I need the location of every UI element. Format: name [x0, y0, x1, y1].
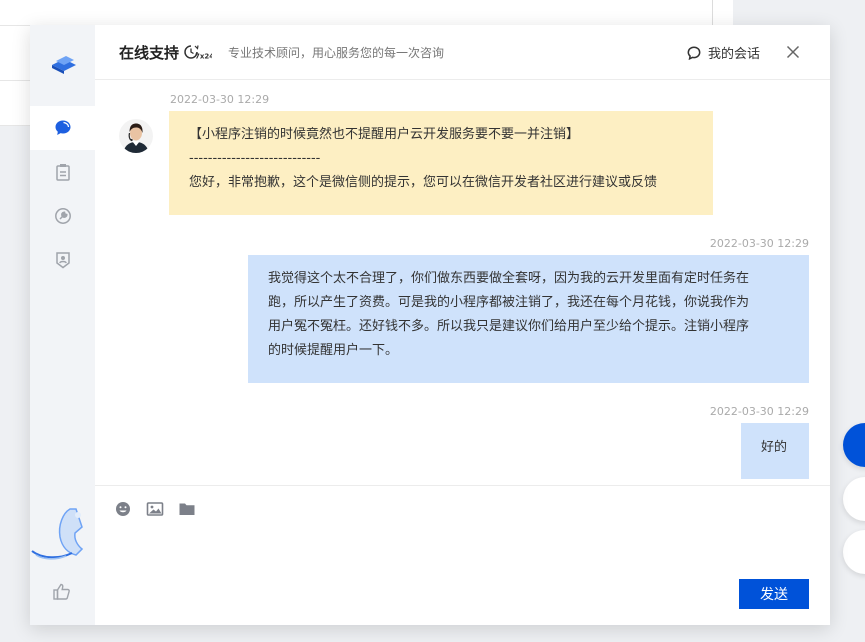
message-timestamp: 2022-03-30 12:29 — [170, 93, 270, 106]
chat-bubble-icon — [687, 45, 701, 60]
close-icon[interactable] — [786, 45, 800, 59]
user-message-bubble: 我觉得这个太不合理了，你们做东西要做全套呀，因为我的云开发里面有定时任务在 跑，… — [248, 255, 809, 383]
chat-icon — [55, 120, 70, 135]
send-button[interactable]: 发送 — [739, 579, 809, 609]
sidebar-item-tickets[interactable] — [30, 150, 95, 194]
image-icon[interactable] — [146, 500, 164, 518]
cloud-logo-icon — [52, 56, 76, 74]
support-chat-dialog: 在线支持 7x24 专业技术顾问，用心服务您的每一次咨询 我的会话 2022-0… — [30, 25, 830, 625]
phone-illustration — [31, 508, 84, 560]
my-sessions-label: 我的会话 — [707, 47, 760, 62]
thumbs-up-icon[interactable] — [52, 582, 72, 602]
message-timestamp: 2022-03-30 12:29 — [709, 237, 809, 250]
page-subtitle: 专业技术顾问，用心服务您的每一次咨询 — [228, 45, 445, 60]
agent-message-bubble: 【小程序注销的时候竟然也不提醒用户云开发服务要不要一并注销】 ---------… — [169, 111, 713, 215]
message-composer[interactable]: 发送 — [95, 485, 830, 625]
sidebar-item-chat[interactable] — [30, 106, 95, 150]
page-title: 在线支持 — [119, 43, 180, 62]
floating-tool-button[interactable] — [843, 530, 865, 574]
sidebar-item-tools[interactable] — [30, 194, 95, 238]
message-line: 【小程序注销的时候竟然也不提醒用户云开发服务要不要一并注销】 — [189, 127, 580, 142]
message-line: 跑，所以产生了资费。可是我的小程序都被注销了，我还在每个月花钱，你说我作为 — [268, 295, 750, 310]
emoji-icon[interactable] — [114, 500, 132, 518]
dialog-header: 在线支持 7x24 专业技术顾问，用心服务您的每一次咨询 我的会话 — [95, 25, 830, 80]
7x24-service-icon: 7x24 — [184, 45, 212, 61]
sidebar-item-security[interactable] — [30, 238, 95, 282]
floating-tool-button[interactable] — [843, 477, 865, 521]
message-timestamp: 2022-03-30 12:29 — [709, 405, 809, 418]
folder-icon[interactable] — [178, 500, 196, 518]
floating-support-button[interactable] — [843, 423, 865, 467]
tool-icon — [54, 208, 71, 224]
message-list[interactable]: 2022-03-30 12:29 【小程序注销的时候竟然也不提醒用户云开发服务要… — [95, 81, 830, 485]
my-sessions-button[interactable]: 我的会话 — [687, 43, 760, 62]
message-line: 好的 — [761, 440, 788, 455]
message-line: 我觉得这个太不合理了，你们做东西要做全套呀，因为我的云开发里面有定时任务在 — [268, 271, 750, 286]
message-line: 您好，非常抱歉，这个是微信侧的提示，您可以在微信开发者社区进行建议或反馈 — [189, 175, 658, 190]
sidebar — [30, 25, 95, 625]
background-page-header — [0, 0, 712, 26]
user-message-bubble: 好的 — [741, 423, 809, 479]
avatar — [119, 119, 153, 153]
background-page-strip — [713, 0, 733, 26]
shield-user-icon — [55, 252, 70, 269]
svg-text:7x24: 7x24 — [195, 53, 212, 61]
message-line: ---------------------------- — [189, 151, 321, 166]
message-line: 的时候提醒用户一下。 — [268, 343, 399, 358]
clipboard-icon — [55, 164, 70, 181]
message-line: 用户冤不冤枉。还好钱不多。所以我只是建议你们给用户至少给个提示。注销小程序 — [268, 319, 750, 334]
